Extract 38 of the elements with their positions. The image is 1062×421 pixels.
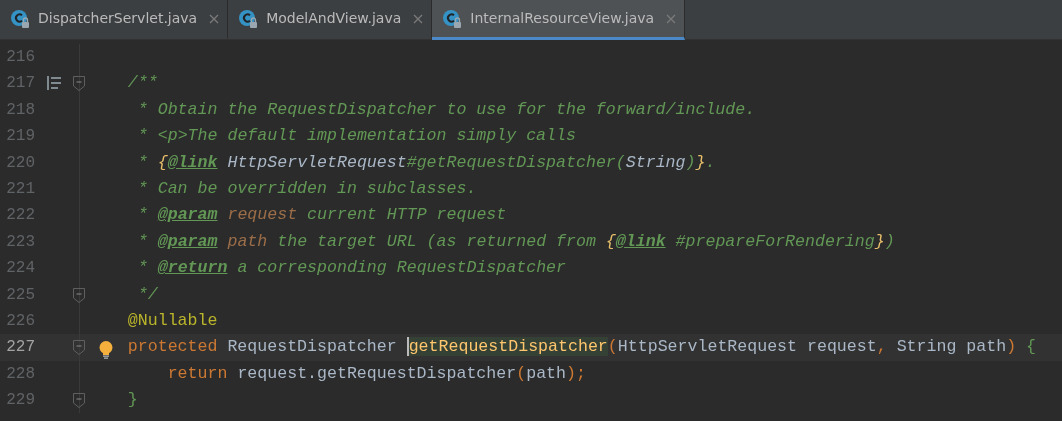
code-line: /** <box>126 72 158 95</box>
fold-icon[interactable] <box>73 76 85 92</box>
line-number: 222 <box>5 205 35 227</box>
code-line: * Obtain the RequestDispatcher to use for the forward/include. <box>136 98 756 121</box>
file-tab[interactable]: InternalResourceView.java <box>432 0 686 40</box>
code-line: @Nullable <box>126 309 218 332</box>
line-number: 227 <box>5 337 35 359</box>
line-number: 217 <box>5 73 35 95</box>
line-number: 223 <box>5 231 35 253</box>
line-number: 224 <box>5 258 35 280</box>
code-line: return request.getRequestDispatcher(path); <box>166 362 586 385</box>
lightbulb-icon[interactable] <box>99 340 113 359</box>
code-line: */ <box>136 283 158 306</box>
line-number: 221 <box>5 178 35 200</box>
line-number: 229 <box>5 390 35 412</box>
code-line: * @param request current HTTP request <box>136 204 507 227</box>
line-number: 219 <box>5 126 35 148</box>
code-line: * <p>The default implementation simply calls <box>136 125 576 148</box>
close-icon[interactable] <box>209 13 220 24</box>
line-number: 226 <box>5 310 35 332</box>
line-number: 228 <box>5 363 35 385</box>
rendered-doc-icon[interactable] <box>47 76 61 91</box>
code-line: * Can be overridden in subclasses. <box>136 177 477 200</box>
close-icon[interactable] <box>413 13 424 24</box>
code-line: * @return a corresponding RequestDispatcher <box>136 257 566 280</box>
fold-icon[interactable] <box>73 287 85 303</box>
code-line: } <box>126 389 138 412</box>
code-line: * @param path the target URL (as returned from {@link #prepareForRendering}) <box>136 230 895 253</box>
line-number: 225 <box>5 284 35 306</box>
line-number: 220 <box>5 152 35 174</box>
close-icon[interactable] <box>666 13 677 24</box>
fold-icon[interactable] <box>73 393 85 409</box>
file-tab[interactable]: DispatcherServlet.java <box>0 0 229 40</box>
code-line: protected RequestDispatcher getRequestDispatcher(HttpServletRequest request, String path) { <box>126 336 1037 359</box>
fold-icon[interactable] <box>73 340 85 356</box>
line-number: 218 <box>5 99 35 121</box>
code-line: * {@link HttpServletRequest#getRequestDispatcher(String)}. <box>136 151 716 174</box>
line-number: 216 <box>5 47 35 68</box>
